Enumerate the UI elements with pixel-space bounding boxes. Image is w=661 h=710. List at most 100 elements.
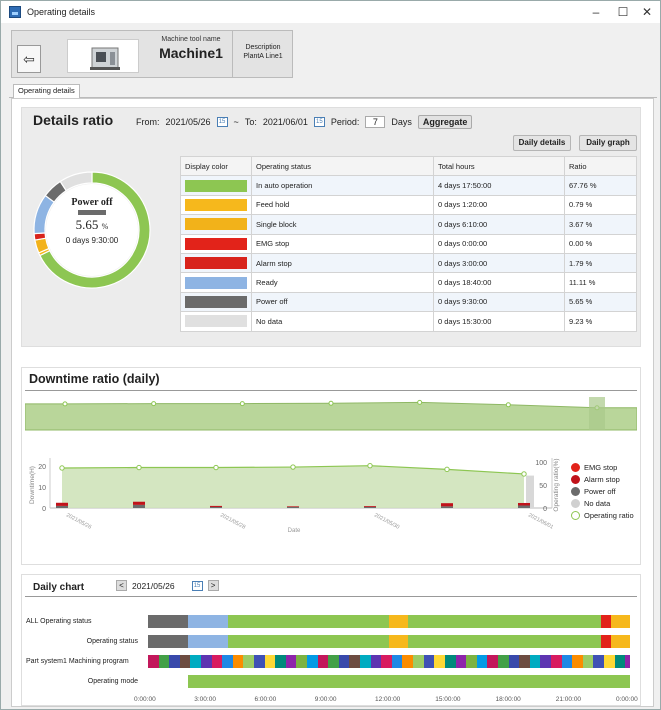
from-calendar-icon[interactable]: 15 — [216, 117, 228, 127]
to-calendar-icon[interactable]: 15 — [313, 117, 325, 127]
operating-ratio-area — [62, 465, 524, 508]
app-icon — [9, 6, 21, 18]
machine-image — [67, 39, 139, 73]
hours-cell: 0 days 3:00:00 — [433, 252, 565, 274]
timeline-segment — [211, 655, 223, 668]
legend-item: Alarm stop — [571, 473, 634, 485]
status-cell: EMG stop — [251, 233, 434, 254]
status-row[interactable]: No data 0 days 15:30:00 9.23 % — [180, 311, 637, 332]
timeline-segment — [232, 655, 244, 668]
status-row[interactable]: Alarm stop 0 days 3:00:00 1.79 % — [180, 252, 637, 274]
alarm-stop-bar — [518, 502, 530, 506]
period-input[interactable]: 7 — [365, 116, 386, 128]
machine-name-label: Machine tool name — [161, 36, 221, 43]
legend-marker-icon — [571, 486, 580, 496]
timeline-segment — [317, 655, 329, 668]
next-day-button[interactable]: > — [207, 580, 219, 591]
hours-cell: 4 days 17:50:00 — [433, 175, 565, 196]
prev-day-button[interactable]: < — [116, 580, 127, 591]
donut-status-swatch — [78, 210, 106, 215]
days-label: Days — [391, 117, 412, 127]
y-tick-right: 50 — [539, 483, 547, 490]
y-tick-right: 0 — [543, 506, 547, 513]
timeline-segment — [227, 615, 389, 628]
timeline-segment — [476, 655, 488, 668]
status-color-swatch — [185, 179, 247, 192]
status-row[interactable]: Feed hold 0 days 1:20:00 0.79 % — [180, 194, 637, 216]
status-table: Display color Operating status Total hou… — [180, 155, 637, 332]
exit-button[interactable]: ⇦ — [17, 45, 41, 73]
ratio-cell: 3.67 % — [564, 214, 637, 235]
daily-chart-panel: Daily chart < 2021/05/26 15 > ALL Operat… — [21, 574, 641, 706]
maximize-button[interactable]: ☐ — [611, 3, 635, 21]
color-cell — [180, 175, 252, 196]
status-color-swatch — [185, 276, 247, 289]
overview-selection — [589, 397, 605, 430]
status-row[interactable]: EMG stop 0 days 0:00:00 0.00 % — [180, 233, 637, 254]
overview-point — [151, 401, 157, 407]
timeline-segment — [222, 655, 233, 668]
ratio-cell: 9.23 % — [564, 311, 637, 332]
daily-date-bar: < 2021/05/26 15 > — [116, 580, 219, 591]
status-color-swatch — [185, 198, 247, 211]
time-tick: 3:00:00 — [194, 696, 216, 703]
downtime-title-rule — [25, 390, 637, 391]
status-cell: Feed hold — [251, 194, 434, 216]
aggregate-button[interactable]: Aggregate — [417, 115, 473, 129]
status-row[interactable]: Power off 0 days 9:30:00 5.65 % — [180, 291, 637, 313]
status-row[interactable]: Single block 0 days 6:10:00 3.67 % — [180, 214, 637, 235]
close-button[interactable]: ✕ — [635, 3, 659, 21]
timeline-segment — [593, 655, 604, 668]
y-tick-left: 0 — [42, 506, 46, 513]
donut-status-label: Power off — [71, 197, 113, 208]
time-tick: 18:00:00 — [495, 696, 521, 703]
power-off-bar — [56, 505, 68, 508]
operating-ratio-point — [213, 464, 219, 471]
timeline-segment — [519, 655, 530, 668]
hours-cell: 0 days 9:30:00 — [433, 291, 565, 313]
details-ratio-panel: Details ratio From: 2021/05/26 15 ~ To: … — [21, 107, 641, 347]
y-tick-right: 100 — [535, 460, 547, 467]
time-tick: 15:00:00 — [435, 696, 461, 703]
timeline-segment — [264, 655, 276, 668]
tab-operating-details[interactable]: Operating details — [13, 84, 80, 98]
daily-timeline — [148, 615, 630, 695]
timeline-segment — [227, 635, 389, 648]
row-label-operating-mode: Operating mode — [87, 678, 138, 685]
color-cell — [180, 252, 252, 274]
daily-calendar-icon[interactable]: 15 — [191, 580, 203, 591]
minimize-button[interactable]: – — [584, 3, 608, 21]
power-off-bar — [133, 504, 145, 508]
timeline-segment — [402, 655, 414, 668]
operating-ratio-point — [521, 471, 527, 477]
status-color-swatch — [185, 218, 247, 231]
timeline-segment — [408, 635, 602, 648]
row-label-all-operating-status: ALL Operating status — [26, 618, 92, 625]
timeline-segment — [601, 615, 611, 628]
color-cell — [180, 311, 252, 332]
donut-center-label: Power off 5.65 % 0 days 9:30:00 — [52, 197, 132, 245]
timeline-segment — [455, 655, 467, 668]
to-date[interactable]: 2021/06/01 — [263, 117, 308, 127]
timeline-segment — [601, 635, 611, 648]
status-row[interactable]: Ready 0 days 18:40:00 11.11 % — [180, 272, 637, 293]
operating-ratio-point — [367, 462, 373, 469]
ratio-cell: 1.79 % — [564, 252, 637, 274]
power-off-bar — [287, 506, 299, 508]
time-tick: 12:00:00 — [375, 696, 401, 703]
daily-graph-button[interactable]: Daily graph — [579, 135, 637, 151]
alarm-stop-bar — [287, 506, 299, 507]
color-cell — [180, 214, 252, 235]
status-row[interactable]: In auto operation 4 days 17:50:00 67.76 … — [180, 175, 637, 196]
timeline-segment — [370, 655, 382, 668]
x-tick-date: 2021/05/26 — [65, 512, 92, 530]
timeline-segment — [408, 615, 602, 628]
power-off-bar — [364, 506, 376, 508]
legend-item: Power off — [571, 485, 634, 497]
legend-item: EMG stop — [571, 461, 634, 473]
hours-cell: 0 days 6:10:00 — [433, 214, 565, 235]
timeline-segment — [610, 615, 630, 628]
daily-details-button[interactable]: Daily details — [513, 135, 571, 151]
from-date[interactable]: 2021/05/26 — [166, 117, 211, 127]
x-tick-date: 2021/06/01 — [527, 512, 554, 530]
